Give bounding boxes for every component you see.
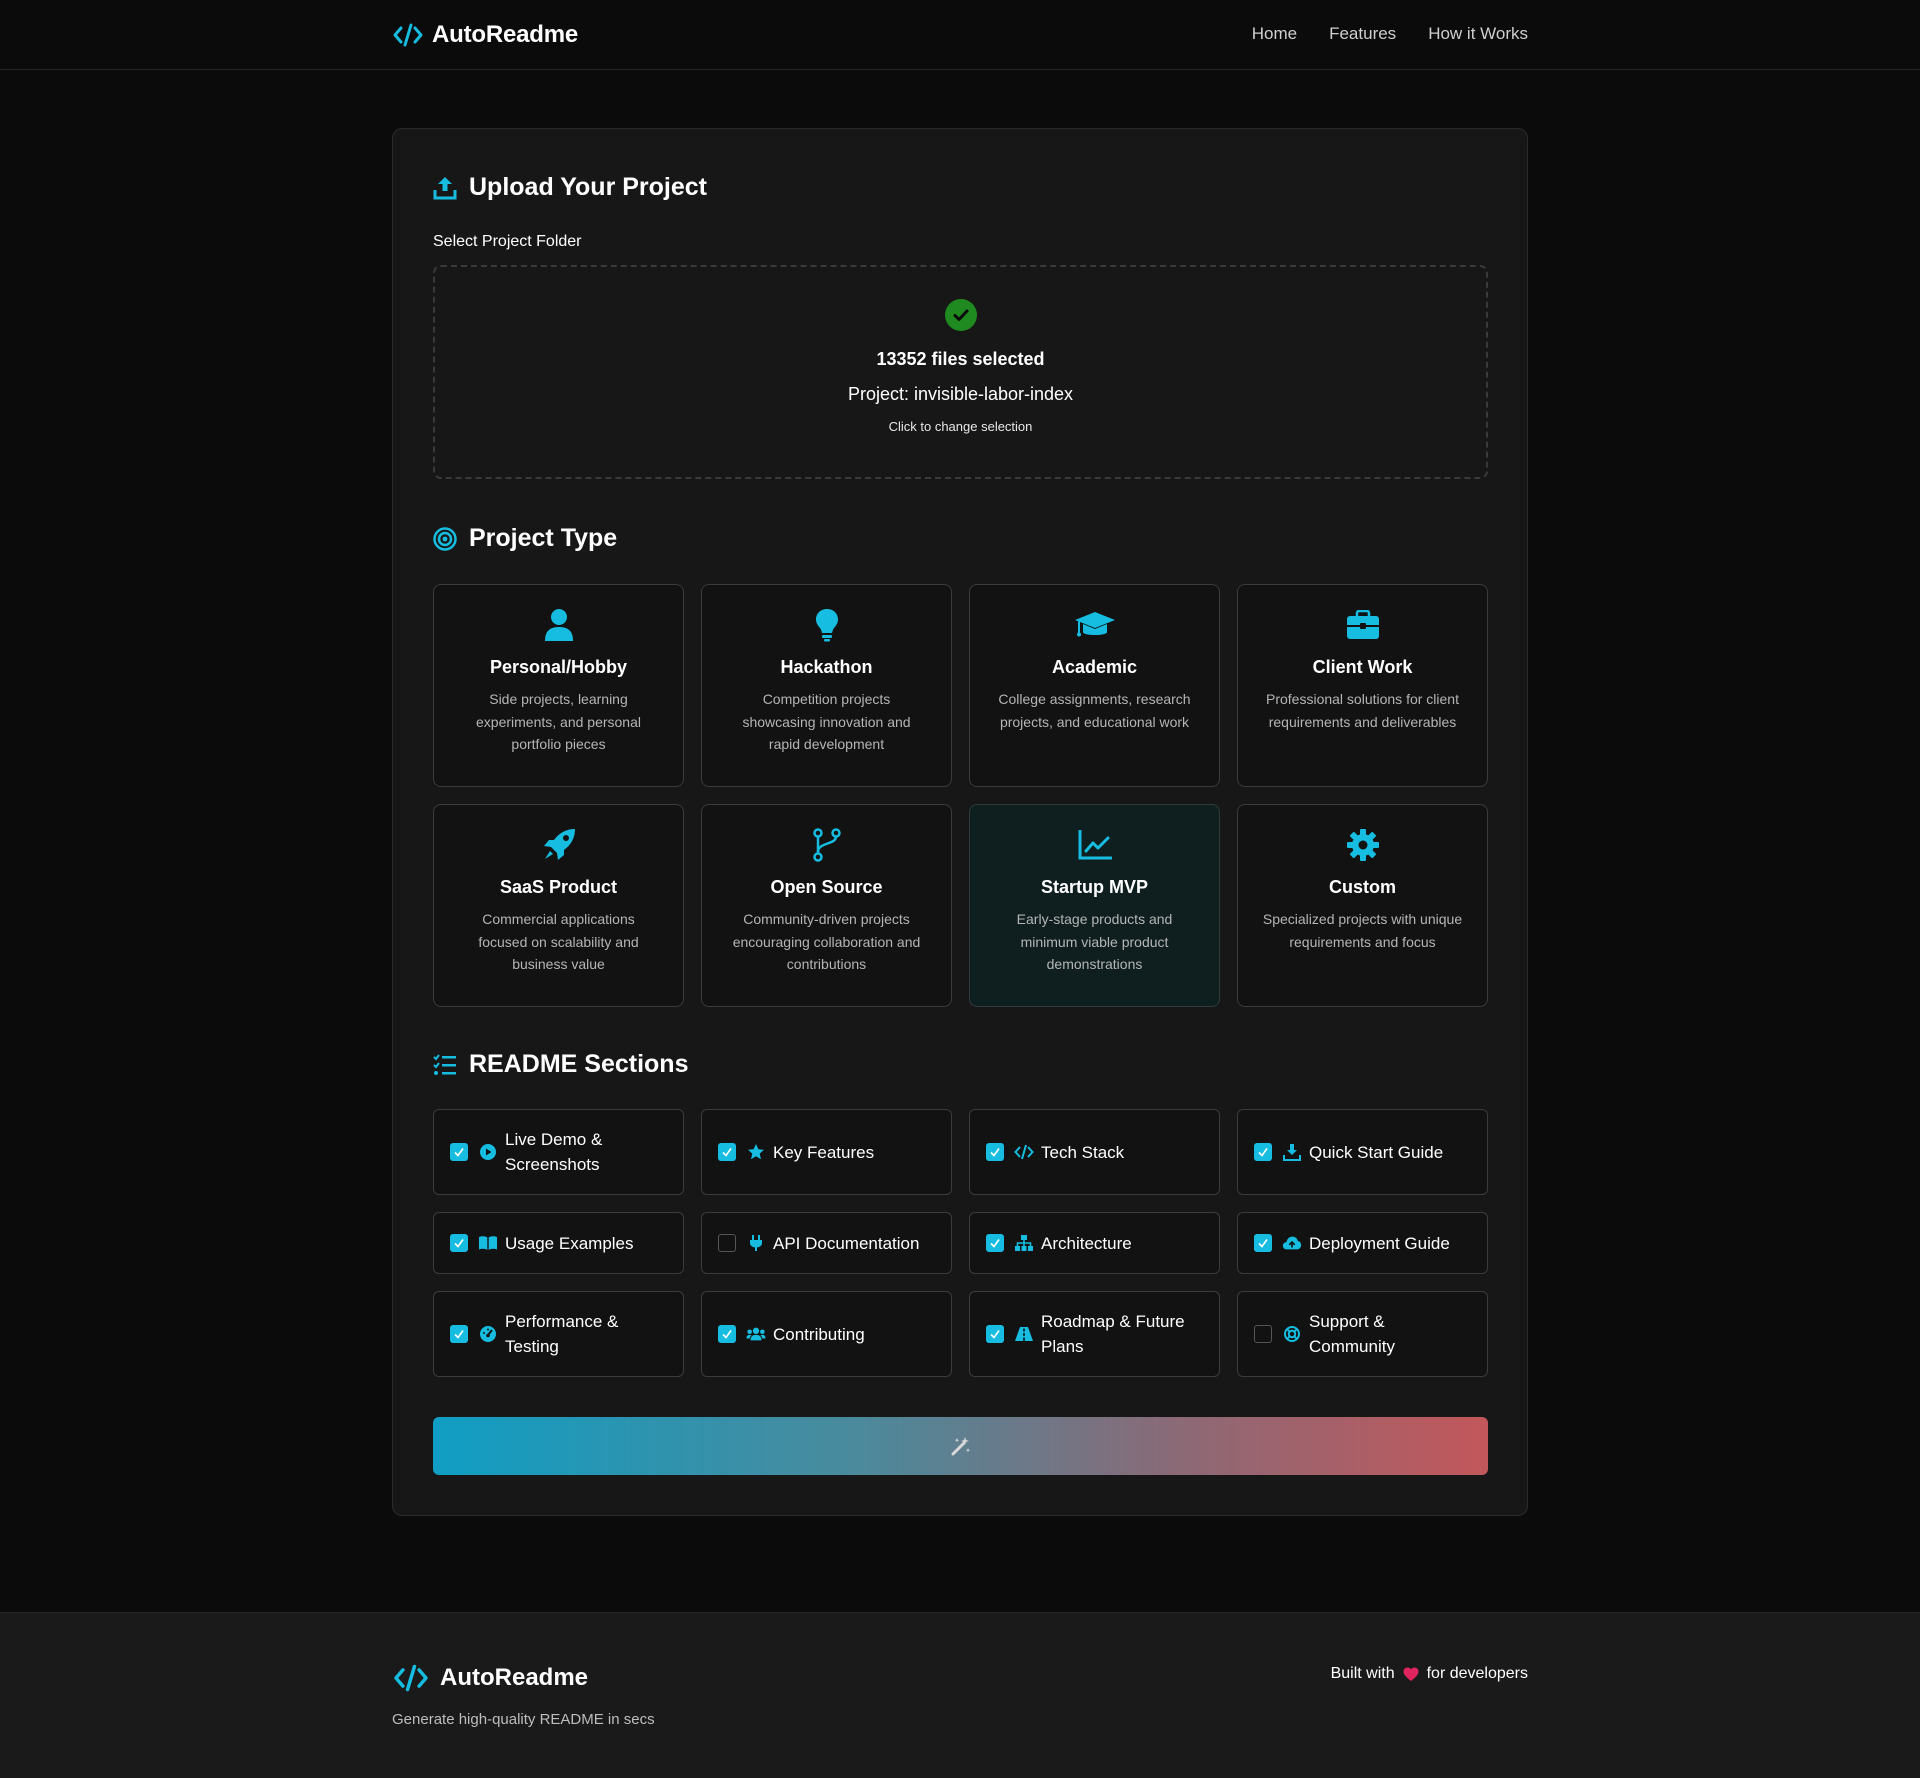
project-type-title: Project Type xyxy=(433,524,617,553)
code-icon xyxy=(1014,1142,1034,1162)
checkbox-checked[interactable] xyxy=(1254,1143,1272,1161)
section-support[interactable]: Support & Community xyxy=(1237,1291,1488,1377)
checkbox-checked[interactable] xyxy=(450,1234,468,1252)
heart-icon xyxy=(1403,1667,1419,1682)
type-startup-mvp[interactable]: Startup MVP Early-stage products and min… xyxy=(969,804,1220,1007)
section-performance[interactable]: Performance & Testing xyxy=(433,1291,684,1377)
section-usage-examples[interactable]: Usage Examples xyxy=(433,1212,684,1274)
checkbox-checked[interactable] xyxy=(986,1143,1004,1161)
graduation-cap-icon xyxy=(1074,607,1116,643)
checkbox-unchecked[interactable] xyxy=(718,1234,736,1252)
checkbox-checked[interactable] xyxy=(986,1234,1004,1252)
project-type-grid: Personal/Hobby Side projects, learning e… xyxy=(433,584,1488,1007)
user-icon xyxy=(544,607,574,643)
code-brackets-icon xyxy=(392,1663,430,1693)
type-personal-hobby[interactable]: Personal/Hobby Side projects, learning e… xyxy=(433,584,684,787)
download-icon xyxy=(1282,1142,1302,1162)
main-form-card: Upload Your Project Select Project Folde… xyxy=(392,128,1528,1516)
nav-home[interactable]: Home xyxy=(1252,24,1297,44)
checkbox-checked[interactable] xyxy=(1254,1234,1272,1252)
checkbox-checked[interactable] xyxy=(450,1143,468,1161)
play-circle-icon xyxy=(478,1142,498,1162)
section-contributing[interactable]: Contributing xyxy=(701,1291,952,1377)
life-ring-icon xyxy=(1282,1324,1302,1344)
generate-readme-button[interactable] xyxy=(433,1417,1488,1475)
type-hackathon[interactable]: Hackathon Competition projects showcasin… xyxy=(701,584,952,787)
checkbox-checked[interactable] xyxy=(718,1325,736,1343)
footer-brand: AutoReadme xyxy=(392,1663,588,1693)
files-selected-count: 13352 files selected xyxy=(876,349,1045,369)
footer-tagline: Generate high-quality README in secs xyxy=(392,1711,655,1728)
project-name: Project: invisible-labor-index xyxy=(847,384,1074,404)
gear-icon xyxy=(1346,827,1380,863)
brand-name: AutoReadme xyxy=(432,21,579,48)
section-roadmap[interactable]: Roadmap & Future Plans xyxy=(969,1291,1220,1377)
gauge-icon xyxy=(478,1324,498,1344)
section-tech-stack[interactable]: Tech Stack xyxy=(969,1109,1220,1195)
upload-section-title: Upload Your Project xyxy=(433,173,707,202)
change-selection-hint: Click to change selection xyxy=(888,419,1033,434)
lightbulb-icon xyxy=(815,607,839,643)
list-check-icon xyxy=(433,1053,457,1076)
check-circle-icon xyxy=(944,299,977,331)
checkbox-checked[interactable] xyxy=(718,1143,736,1161)
target-icon xyxy=(433,526,457,551)
upload-icon xyxy=(433,175,457,201)
star-icon xyxy=(746,1142,766,1162)
section-quick-start[interactable]: Quick Start Guide xyxy=(1237,1109,1488,1195)
top-header: AutoReadme Home Features How it Works xyxy=(0,0,1920,70)
briefcase-icon xyxy=(1346,607,1380,643)
checkbox-checked[interactable] xyxy=(450,1325,468,1343)
rocket-icon xyxy=(542,827,576,863)
plug-icon xyxy=(746,1233,766,1253)
section-deployment[interactable]: Deployment Guide xyxy=(1237,1212,1488,1274)
readme-sections-grid: Live Demo & Screenshots Key Features Tec… xyxy=(433,1109,1488,1377)
code-brackets-icon xyxy=(392,22,424,48)
cloud-upload-icon xyxy=(1282,1233,1302,1253)
type-client-work[interactable]: Client Work Professional solutions for c… xyxy=(1237,584,1488,787)
sitemap-icon xyxy=(1014,1233,1034,1253)
section-architecture[interactable]: Architecture xyxy=(969,1212,1220,1274)
readme-sections-title: README Sections xyxy=(433,1050,688,1079)
section-api-docs[interactable]: API Documentation xyxy=(701,1212,952,1274)
book-open-icon xyxy=(478,1233,498,1253)
type-open-source[interactable]: Open Source Community-driven projects en… xyxy=(701,804,952,1007)
type-custom[interactable]: Custom Specialized projects with unique … xyxy=(1237,804,1488,1007)
git-branch-icon xyxy=(812,827,842,863)
site-footer: AutoReadme Generate high-quality README … xyxy=(0,1612,1920,1778)
checkbox-checked[interactable] xyxy=(986,1325,1004,1343)
checkbox-unchecked[interactable] xyxy=(1254,1325,1272,1343)
type-saas-product[interactable]: SaaS Product Commercial applications foc… xyxy=(433,804,684,1007)
users-icon xyxy=(746,1324,766,1344)
chart-line-icon xyxy=(1078,827,1112,863)
magic-wand-icon xyxy=(950,1435,972,1457)
nav-how-it-works[interactable]: How it Works xyxy=(1428,24,1528,44)
section-key-features[interactable]: Key Features xyxy=(701,1109,952,1195)
nav-features[interactable]: Features xyxy=(1329,24,1396,44)
road-icon xyxy=(1014,1324,1034,1344)
main-nav: Home Features How it Works xyxy=(1252,24,1528,44)
type-academic[interactable]: Academic College assignments, research p… xyxy=(969,584,1220,787)
brand-logo[interactable]: AutoReadme xyxy=(392,20,578,50)
folder-dropzone[interactable]: 13352 files selected Project: invisible-… xyxy=(433,265,1488,479)
folder-field-label: Select Project Folder xyxy=(433,233,582,250)
built-with-note: Built with for developers xyxy=(1330,1665,1528,1682)
section-live-demo[interactable]: Live Demo & Screenshots xyxy=(433,1109,684,1195)
